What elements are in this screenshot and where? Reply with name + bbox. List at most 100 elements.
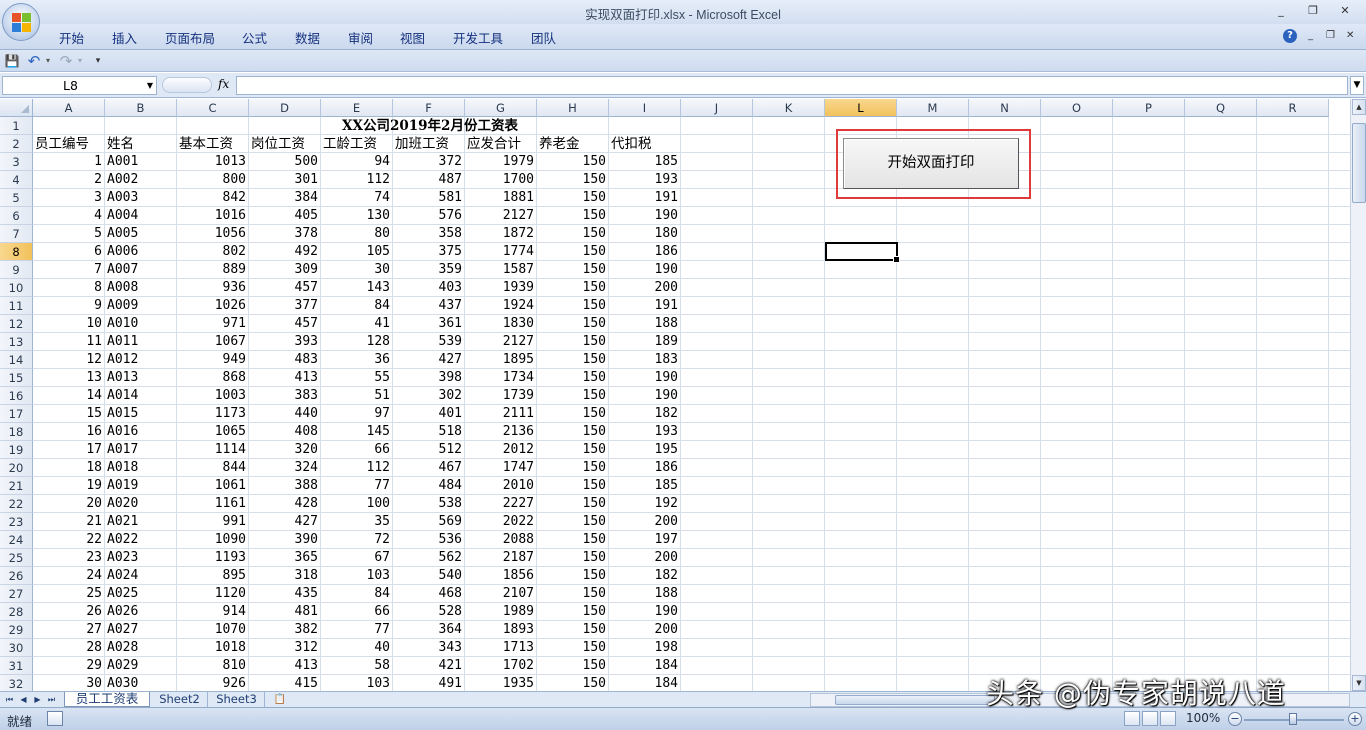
help-icon[interactable]: ?: [1283, 29, 1297, 43]
table-cell[interactable]: A013: [105, 369, 177, 387]
table-cell[interactable]: 112: [321, 459, 393, 477]
table-cell[interactable]: 150: [537, 189, 609, 207]
tab-data[interactable]: 数据: [295, 28, 320, 47]
column-header-m[interactable]: M: [897, 99, 969, 117]
table-cell[interactable]: 55: [321, 369, 393, 387]
table-cell[interactable]: 1979: [465, 153, 537, 171]
table-cell[interactable]: 16: [33, 423, 105, 441]
table-cell[interactable]: 810: [177, 657, 249, 675]
formula-input[interactable]: [236, 76, 1348, 95]
table-cell[interactable]: 398: [393, 369, 465, 387]
table-cell[interactable]: 1924: [465, 297, 537, 315]
row-header-17[interactable]: 17: [0, 405, 33, 423]
table-cell[interactable]: 1939: [465, 279, 537, 297]
table-cell[interactable]: 150: [537, 279, 609, 297]
table-cell[interactable]: 180: [609, 225, 681, 243]
column-header-r[interactable]: R: [1257, 99, 1329, 117]
table-cell[interactable]: 569: [393, 513, 465, 531]
table-cell[interactable]: 150: [537, 513, 609, 531]
table-cell[interactable]: 150: [537, 495, 609, 513]
table-cell[interactable]: 200: [609, 513, 681, 531]
row-header-15[interactable]: 15: [0, 369, 33, 387]
row-header-7[interactable]: 7: [0, 225, 33, 243]
table-cell[interactable]: 844: [177, 459, 249, 477]
row-header-31[interactable]: 31: [0, 657, 33, 675]
table-cell[interactable]: 100: [321, 495, 393, 513]
zoom-slider-thumb[interactable]: [1289, 713, 1297, 725]
column-header-g[interactable]: G: [465, 99, 537, 117]
table-cell[interactable]: 318: [249, 567, 321, 585]
redo-dropdown-icon[interactable]: ▾: [72, 53, 88, 69]
office-button[interactable]: [2, 3, 40, 41]
table-cell[interactable]: 802: [177, 243, 249, 261]
table-cell[interactable]: 372: [393, 153, 465, 171]
first-sheet-icon[interactable]: ⏮: [4, 693, 15, 706]
sheet-tab-sheet2[interactable]: Sheet2: [152, 692, 208, 707]
table-cell[interactable]: 358: [393, 225, 465, 243]
name-box[interactable]: L8 ▼: [2, 76, 157, 95]
table-cell[interactable]: 150: [537, 675, 609, 691]
table-cell[interactable]: 41: [321, 315, 393, 333]
table-cell[interactable]: A003: [105, 189, 177, 207]
table-cell[interactable]: 84: [321, 585, 393, 603]
table-cell[interactable]: A002: [105, 171, 177, 189]
customize-qat-icon[interactable]: ▾: [90, 53, 106, 69]
table-cell[interactable]: 35: [321, 513, 393, 531]
row-header-6[interactable]: 6: [0, 207, 33, 225]
table-cell[interactable]: 8: [33, 279, 105, 297]
table-cell[interactable]: 428: [249, 495, 321, 513]
table-cell[interactable]: A005: [105, 225, 177, 243]
table-cell[interactable]: 191: [609, 297, 681, 315]
undo-dropdown-icon[interactable]: ▾: [40, 53, 56, 69]
table-cell[interactable]: 182: [609, 405, 681, 423]
table-cell[interactable]: 150: [537, 459, 609, 477]
table-cell[interactable]: 185: [609, 477, 681, 495]
last-sheet-icon[interactable]: ⏭: [46, 693, 57, 706]
table-cell[interactable]: 12: [33, 351, 105, 369]
table-cell[interactable]: 1026: [177, 297, 249, 315]
duplex-print-button[interactable]: 开始双面打印: [843, 138, 1019, 189]
table-cell[interactable]: 540: [393, 567, 465, 585]
table-cell[interactable]: A001: [105, 153, 177, 171]
row-header-32[interactable]: 32: [0, 675, 33, 691]
normal-view-icon[interactable]: [1124, 711, 1140, 726]
table-cell[interactable]: 324: [249, 459, 321, 477]
table-cell[interactable]: A010: [105, 315, 177, 333]
table-cell[interactable]: 6: [33, 243, 105, 261]
header-cell[interactable]: 加班工资: [393, 135, 465, 153]
table-cell[interactable]: 190: [609, 603, 681, 621]
row-header-20[interactable]: 20: [0, 459, 33, 477]
table-cell[interactable]: 1702: [465, 657, 537, 675]
table-cell[interactable]: 67: [321, 549, 393, 567]
table-cell[interactable]: 302: [393, 387, 465, 405]
tab-page-layout[interactable]: 页面布局: [165, 28, 215, 47]
table-cell[interactable]: 150: [537, 207, 609, 225]
table-cell[interactable]: 364: [393, 621, 465, 639]
table-cell[interactable]: 536: [393, 531, 465, 549]
row-header-13[interactable]: 13: [0, 333, 33, 351]
table-cell[interactable]: 190: [609, 387, 681, 405]
row-header-1[interactable]: 1: [0, 117, 33, 135]
zoom-out-icon[interactable]: −: [1228, 712, 1242, 726]
tab-formulas[interactable]: 公式: [242, 28, 267, 47]
zoom-level[interactable]: 100%: [1186, 711, 1220, 725]
table-cell[interactable]: 26: [33, 603, 105, 621]
row-header-18[interactable]: 18: [0, 423, 33, 441]
restore-button[interactable]: ❐: [1302, 3, 1324, 19]
table-cell[interactable]: 150: [537, 603, 609, 621]
column-header-k[interactable]: K: [753, 99, 825, 117]
table-cell[interactable]: 21: [33, 513, 105, 531]
table-cell[interactable]: 1120: [177, 585, 249, 603]
table-cell[interactable]: 440: [249, 405, 321, 423]
table-cell[interactable]: 189: [609, 333, 681, 351]
row-header-19[interactable]: 19: [0, 441, 33, 459]
table-cell[interactable]: 191: [609, 189, 681, 207]
table-cell[interactable]: 1713: [465, 639, 537, 657]
table-cell[interactable]: 190: [609, 261, 681, 279]
table-cell[interactable]: 538: [393, 495, 465, 513]
table-cell[interactable]: 30: [321, 261, 393, 279]
table-cell[interactable]: 1090: [177, 531, 249, 549]
table-cell[interactable]: 190: [609, 369, 681, 387]
table-cell[interactable]: 1774: [465, 243, 537, 261]
expand-formula-bar-icon[interactable]: ▼: [1350, 76, 1364, 95]
